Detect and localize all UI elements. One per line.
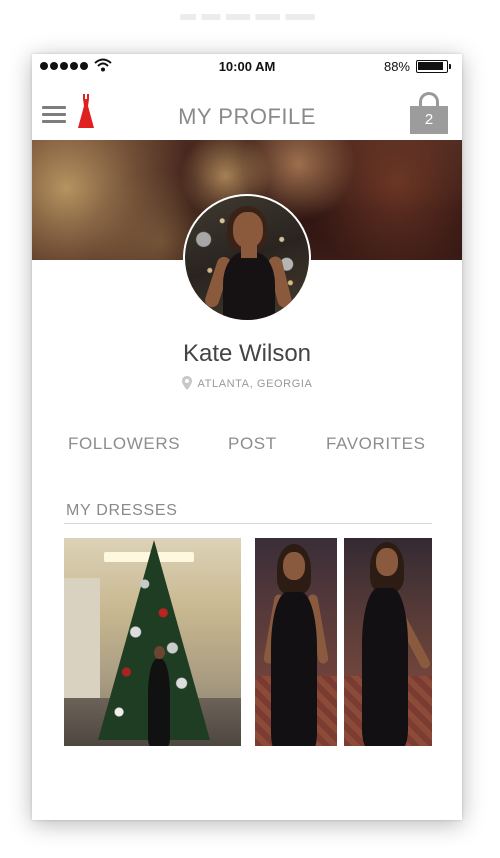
tab-followers[interactable]: FOLLOWERS (68, 434, 180, 454)
cart-count-badge: 2 (410, 106, 448, 134)
status-bar: 10:00 AM 88% (32, 54, 462, 80)
nav-bar: MY PROFILE 2 (32, 80, 462, 140)
section-divider (64, 523, 432, 524)
dress-photo-front[interactable] (255, 538, 337, 746)
profile-name: Kate Wilson (182, 340, 312, 367)
profile-location: ATLANTA, GEORGIA (32, 376, 462, 390)
battery-icon (416, 60, 451, 73)
profile-stats: FOLLOWERS POST FAVORITES (32, 434, 462, 458)
page-title: MY PROFILE (178, 104, 316, 129)
location-label: ATLANTA, GEORGIA (197, 378, 313, 390)
tab-favorites[interactable]: FAVORITES (326, 434, 426, 454)
dress-photo-side[interactable] (344, 538, 432, 746)
dress-photo-tree[interactable] (64, 538, 241, 746)
battery-percent: 88% (383, 59, 410, 74)
my-dresses-heading: MY DRESSES (66, 502, 178, 519)
background-ghost-text (0, 10, 500, 26)
shopping-bag-button[interactable]: 2 (410, 92, 448, 134)
avatar[interactable] (183, 194, 311, 322)
location-pin-icon (181, 376, 192, 390)
phone-screen: 10:00 AM 88% MY PROFILE 2 Kate Wilson AT… (32, 54, 462, 820)
tab-post[interactable]: POST (228, 434, 277, 454)
